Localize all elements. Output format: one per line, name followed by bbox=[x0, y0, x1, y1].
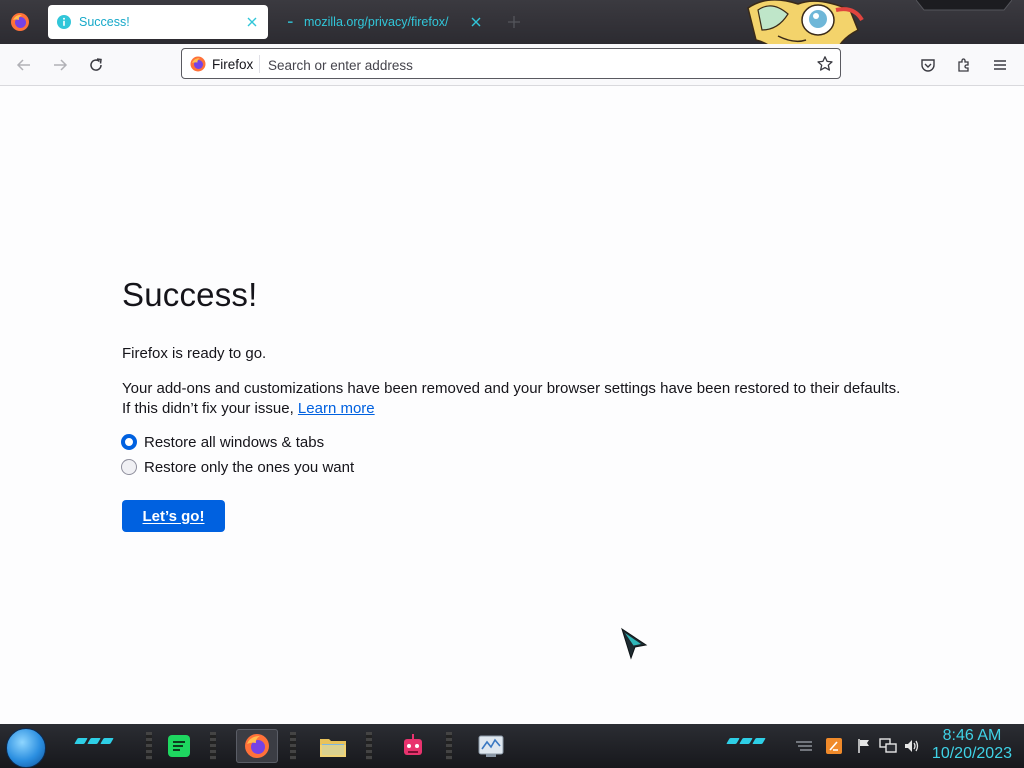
tab-close-icon[interactable] bbox=[244, 14, 260, 30]
tab-success[interactable]: Success! bbox=[48, 5, 268, 39]
taskbar: 8:46 AM 10/20/2023 bbox=[0, 724, 1024, 768]
clock-time: 8:46 AM bbox=[942, 727, 1002, 744]
ready-text: Firefox is ready to go. bbox=[122, 345, 267, 362]
tray-volume[interactable] bbox=[902, 736, 922, 756]
address-bar[interactable]: Firefox bbox=[181, 48, 841, 79]
tray-app[interactable] bbox=[824, 736, 844, 756]
tab-strip: Success! mozilla.org/privacy/firefox/ bbox=[0, 0, 1024, 62]
identity-label: Firefox bbox=[212, 56, 254, 72]
taskbar-decoration bbox=[726, 738, 766, 746]
puzzle-piece-icon bbox=[958, 58, 969, 72]
taskbar-separator bbox=[210, 732, 216, 760]
url-divider bbox=[259, 55, 260, 73]
back-arrow-icon bbox=[16, 59, 30, 71]
address-input[interactable] bbox=[266, 53, 800, 77]
tab-title: mozilla.org/privacy/firefox/ bbox=[304, 15, 449, 29]
taskbar-separator bbox=[446, 732, 452, 760]
info-icon bbox=[57, 15, 71, 29]
option-label: Restore only the ones you want bbox=[144, 458, 355, 476]
tray-network[interactable] bbox=[878, 736, 898, 756]
tab-privacy[interactable]: mozilla.org/privacy/firefox/ bbox=[276, 5, 492, 39]
clock-date: 10/20/2023 bbox=[931, 745, 1012, 762]
extensions-button[interactable] bbox=[952, 53, 976, 77]
radio-selected[interactable] bbox=[121, 434, 137, 450]
speaker-icon bbox=[905, 740, 919, 752]
dash-icon bbox=[288, 21, 293, 23]
taskbar-clock[interactable]: 8:46 AM 10/20/2023 bbox=[932, 727, 1012, 763]
restore-all-option[interactable]: Restore all windows & tabs bbox=[121, 432, 324, 452]
taskbar-separator bbox=[366, 732, 372, 760]
stripes-icon bbox=[796, 741, 812, 751]
help-prefix: If this didn’t fix your issue, bbox=[122, 400, 294, 417]
firefox-icon bbox=[190, 56, 206, 72]
taskbar-separator bbox=[146, 732, 152, 760]
learn-more-link[interactable]: Learn more bbox=[298, 400, 375, 417]
back-button[interactable] bbox=[12, 53, 36, 77]
tray-flag[interactable] bbox=[854, 736, 874, 756]
firefox-logo-icon[interactable] bbox=[10, 12, 30, 32]
option-label: Restore all windows & tabs bbox=[144, 433, 325, 451]
system-monitor-icon bbox=[478, 735, 504, 757]
start-orb-button[interactable] bbox=[6, 728, 46, 768]
restore-some-option[interactable]: Restore only the ones you want bbox=[121, 457, 354, 477]
taskbar-decoration bbox=[74, 738, 114, 746]
taskbar-separator bbox=[290, 732, 296, 760]
hamburger-menu-icon bbox=[994, 60, 1006, 70]
identity-box[interactable]: Firefox bbox=[190, 55, 253, 73]
pocket-icon bbox=[921, 59, 935, 72]
page-content: Success! Firefox is ready to go. Your ad… bbox=[0, 86, 1024, 724]
new-tab-plus-icon[interactable] bbox=[505, 13, 523, 31]
taskbar-notes-app[interactable] bbox=[158, 729, 200, 763]
tab-title: Success! bbox=[79, 15, 130, 29]
taskbar-system-monitor[interactable] bbox=[470, 729, 512, 763]
notes-app-icon bbox=[168, 735, 190, 757]
flag-icon bbox=[858, 739, 869, 753]
radio-unselected[interactable] bbox=[121, 459, 137, 475]
taskbar-file-explorer[interactable] bbox=[312, 729, 354, 763]
tab-close-icon[interactable] bbox=[468, 14, 484, 30]
menu-button[interactable] bbox=[988, 53, 1012, 77]
forward-arrow-icon bbox=[54, 59, 68, 71]
tray-app-icon bbox=[826, 738, 842, 754]
network-icon bbox=[879, 738, 897, 753]
taskbar-firefox[interactable] bbox=[236, 729, 278, 763]
tray-stripes[interactable] bbox=[794, 736, 814, 756]
reload-button[interactable] bbox=[84, 53, 108, 77]
page-title: Success! bbox=[122, 276, 258, 313]
lets-go-button[interactable]: Let’s go! bbox=[122, 500, 225, 532]
navigation-toolbar: Firefox bbox=[0, 44, 1024, 86]
mouse-cursor-icon bbox=[621, 627, 648, 660]
firefox-icon bbox=[245, 734, 269, 758]
folder-icon bbox=[320, 739, 346, 757]
help-text: If this didn’t fix your issue, Learn mor… bbox=[122, 400, 375, 417]
reload-icon bbox=[90, 58, 102, 71]
bookmark-star-icon[interactable] bbox=[816, 55, 834, 73]
description-text: Your add-ons and customizations have bee… bbox=[122, 380, 901, 397]
window-frame-decoration-icon bbox=[916, 0, 1012, 11]
robot-icon bbox=[404, 734, 422, 755]
forward-button[interactable] bbox=[48, 53, 72, 77]
pocket-button[interactable] bbox=[916, 53, 940, 77]
taskbar-robot-app[interactable] bbox=[392, 729, 434, 763]
